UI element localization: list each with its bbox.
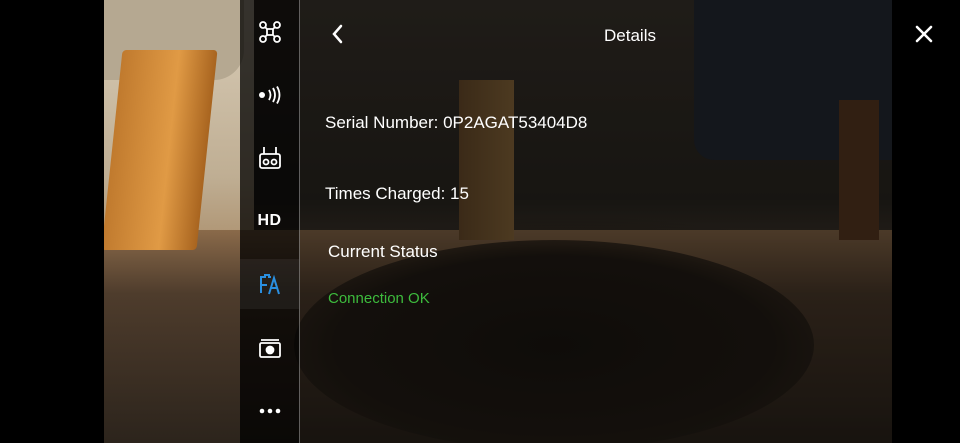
rail-item-remote-controller[interactable] <box>240 133 299 183</box>
panel-overlay <box>240 0 892 443</box>
remote-controller-icon <box>258 146 281 170</box>
settings-rail: HD <box>240 0 300 443</box>
hd-icon: HD <box>257 212 282 229</box>
times-charged: Times Charged: 15 <box>325 184 469 203</box>
chevron-left-icon <box>331 24 343 49</box>
rail-item-battery-details[interactable] <box>240 259 299 309</box>
status-value: Connection OK <box>328 290 430 307</box>
rail-item-signal[interactable] <box>240 70 299 120</box>
rail-item-hd[interactable]: HD <box>240 196 299 246</box>
more-icon <box>259 408 281 414</box>
close-icon <box>915 25 933 48</box>
rail-item-camera[interactable] <box>240 323 299 373</box>
drone-icon <box>258 20 282 44</box>
back-button[interactable] <box>325 22 349 50</box>
rail-item-more[interactable] <box>240 386 299 436</box>
battery-details-icon <box>258 272 282 296</box>
signal-icon <box>257 86 283 104</box>
camera-icon <box>258 338 281 358</box>
close-button[interactable] <box>910 22 938 50</box>
rail-item-aircraft[interactable] <box>240 7 299 57</box>
current-status-label: Current Status <box>328 242 438 261</box>
serial-number: Serial Number: 0P2AGAT53404D8 <box>325 113 588 132</box>
page-title: Details <box>604 26 656 45</box>
